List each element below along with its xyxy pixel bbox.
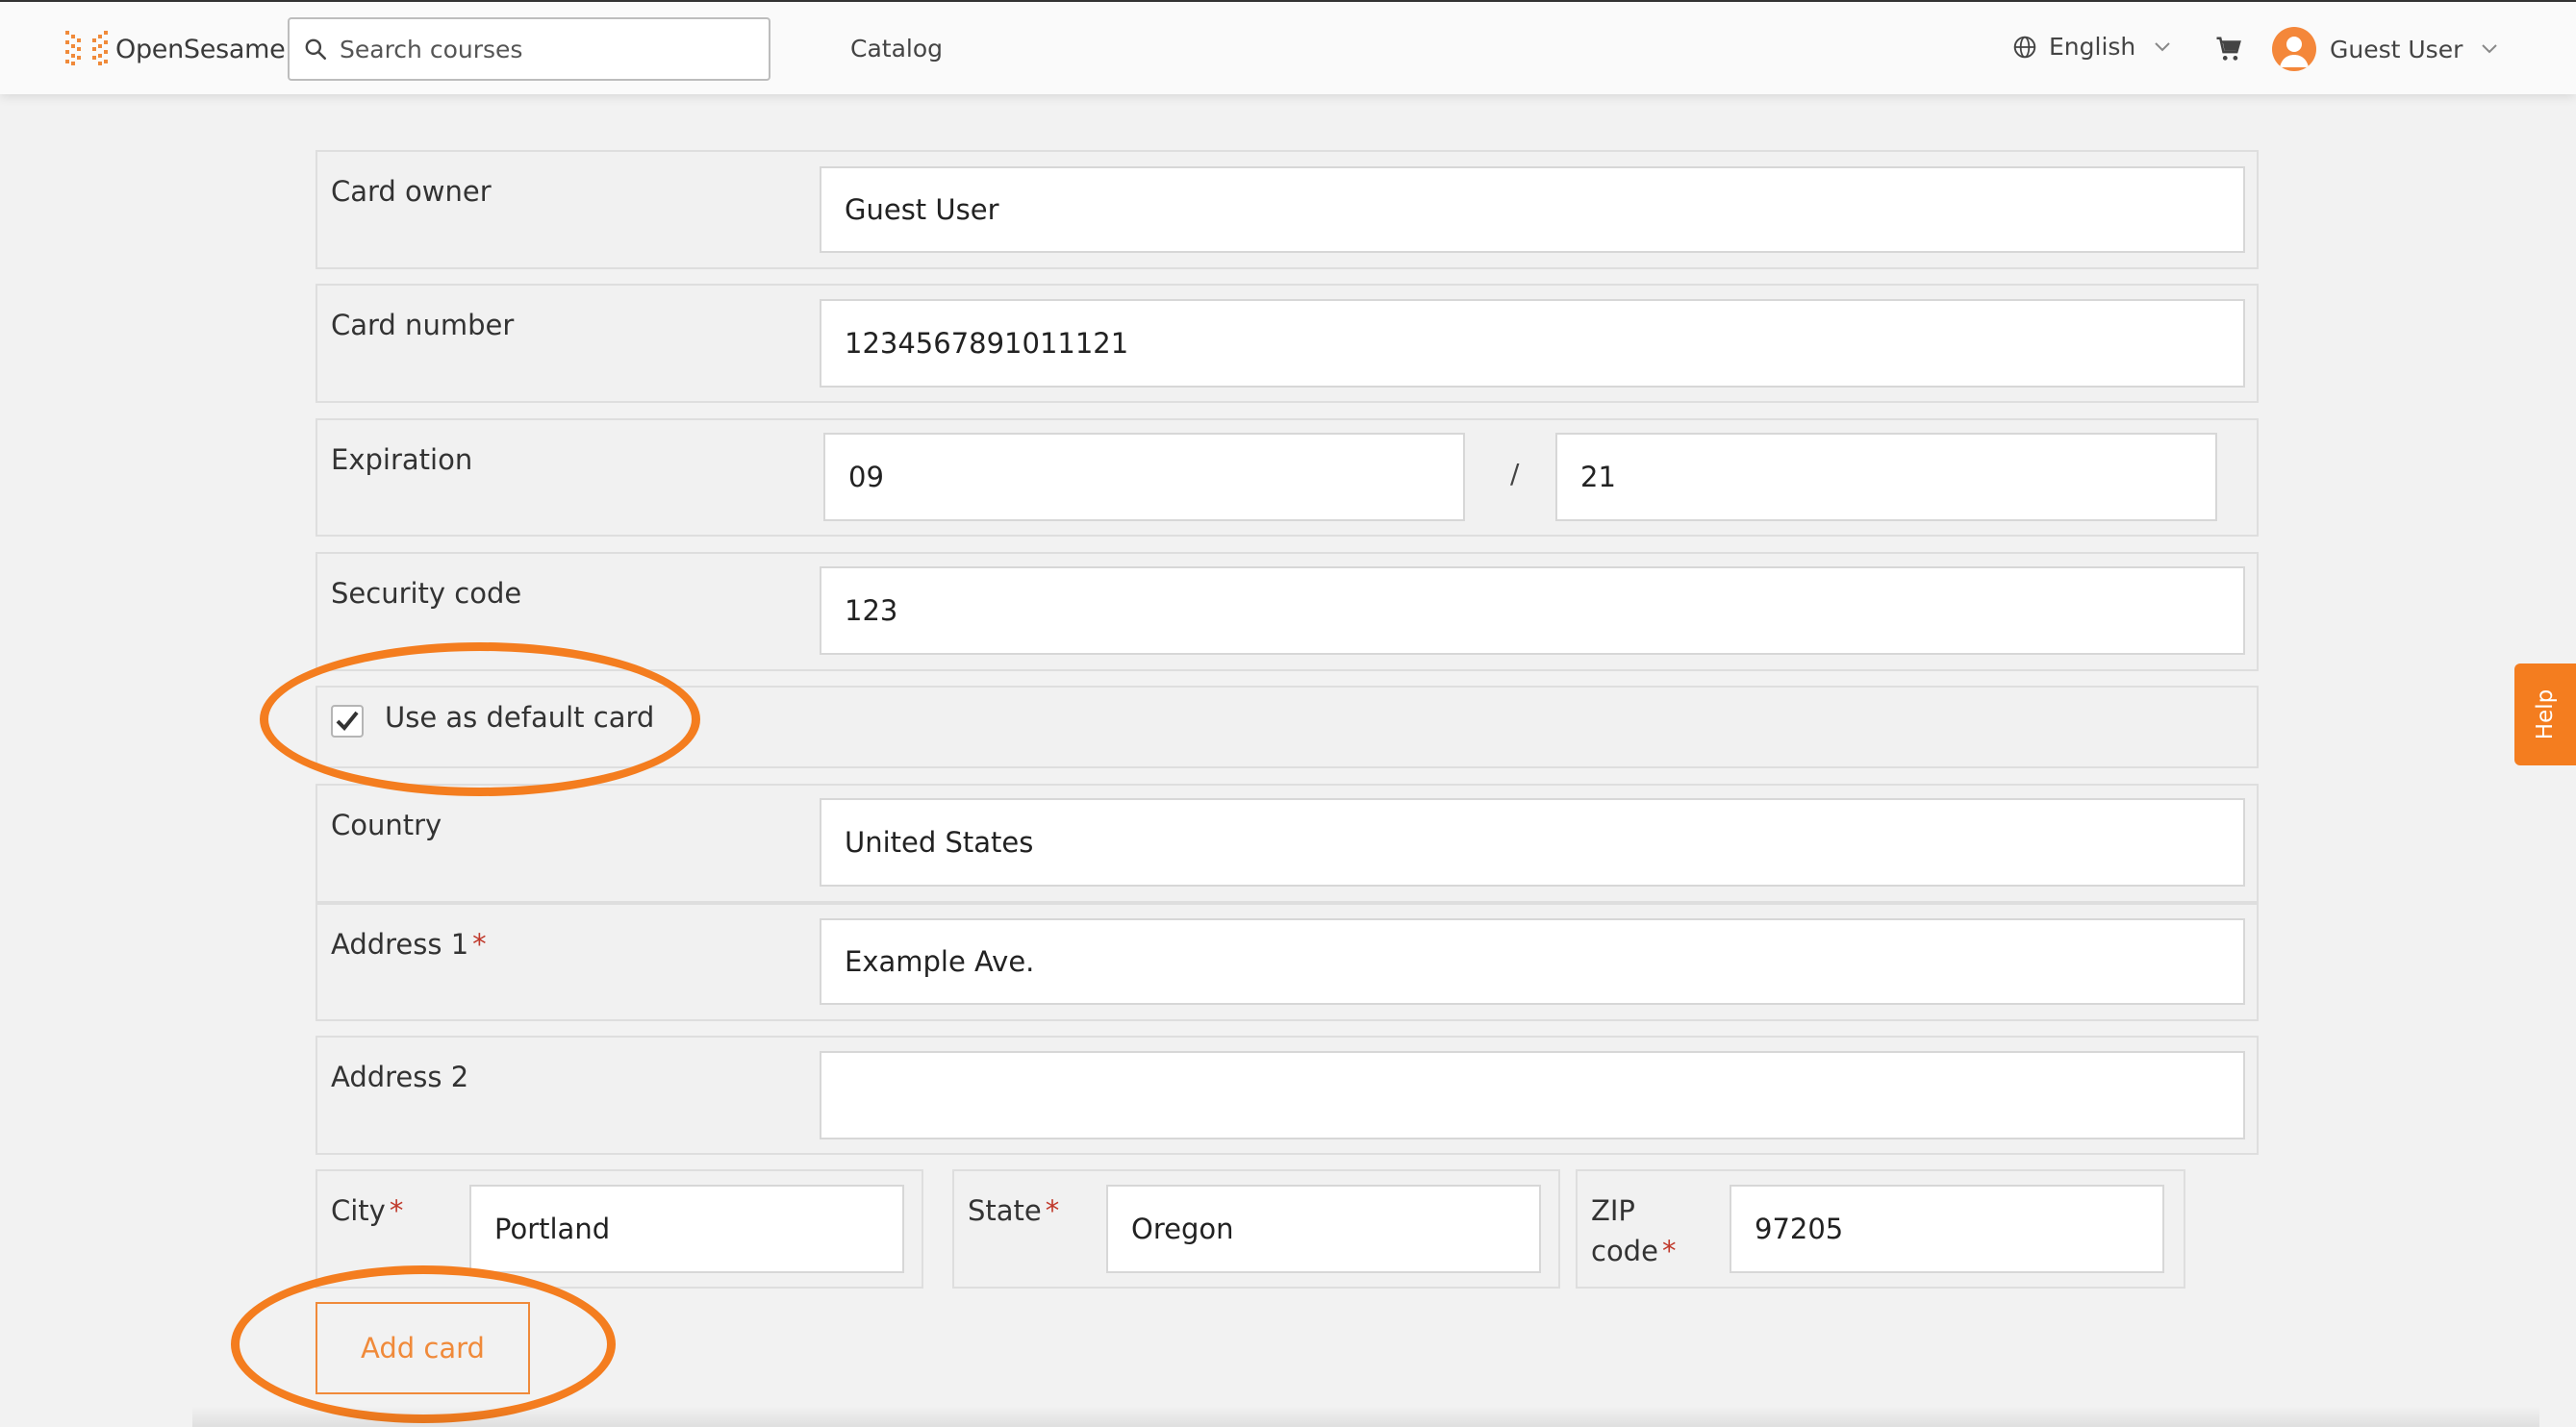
highlight-ellipse-default-card: [260, 642, 700, 796]
required-mark: *: [389, 1194, 404, 1227]
state-input[interactable]: [1106, 1185, 1541, 1273]
chevron-down-icon: [2155, 41, 2170, 51]
card-owner-label: Card owner: [331, 175, 492, 208]
opensesame-logo-icon: [65, 31, 108, 65]
globe-icon: [2013, 36, 2036, 58]
expiration-label: Expiration: [331, 443, 473, 476]
city-label: City *: [331, 1194, 404, 1227]
address1-label: Address 1 *: [331, 928, 487, 961]
required-mark: *: [1661, 1235, 1677, 1267]
country-input[interactable]: [820, 798, 2245, 887]
highlight-ellipse-add-card: [231, 1265, 616, 1423]
required-mark: *: [472, 928, 487, 961]
address2-label: Address 2: [331, 1061, 469, 1093]
zip-label: ZIP code *: [1591, 1194, 1677, 1267]
expiration-separator: /: [1510, 458, 1520, 489]
zip-input[interactable]: [1730, 1185, 2164, 1273]
nav-catalog-link[interactable]: Catalog: [850, 35, 943, 63]
address1-input[interactable]: [820, 918, 2245, 1005]
help-label: Help: [2533, 688, 2558, 740]
search-input[interactable]: [340, 35, 753, 63]
chevron-down-icon: [2482, 44, 2498, 54]
city-input[interactable]: [469, 1185, 904, 1273]
top-navbar: OpenSesame Catalog English: [0, 0, 2576, 94]
card-owner-input[interactable]: [820, 166, 2245, 253]
address2-input[interactable]: [820, 1051, 2245, 1139]
bottom-shadow: [192, 1406, 2539, 1427]
language-selector[interactable]: English: [2012, 33, 2172, 61]
avatar: [2272, 27, 2316, 71]
security-code-label: Security code: [331, 577, 522, 610]
user-name: Guest User: [2330, 35, 2463, 63]
help-tab[interactable]: Help: [2514, 663, 2576, 765]
language-label: English: [2049, 33, 2136, 61]
state-label: State *: [968, 1194, 1060, 1227]
expiration-month-input[interactable]: [823, 433, 1465, 521]
search-box[interactable]: [288, 17, 770, 81]
opensesame-logo[interactable]: OpenSesame: [62, 25, 286, 73]
search-icon: [305, 38, 327, 61]
country-label: Country: [331, 809, 442, 841]
card-number-label: Card number: [331, 309, 515, 341]
user-avatar-icon: [2280, 37, 2309, 67]
user-menu[interactable]: Guest User: [2272, 27, 2499, 71]
card-number-input[interactable]: [820, 299, 2245, 388]
security-code-input[interactable]: [820, 566, 2245, 655]
required-mark: *: [1045, 1194, 1060, 1227]
cart-icon[interactable]: [2214, 35, 2243, 63]
expiration-year-input[interactable]: [1555, 433, 2217, 521]
logo-text: OpenSesame: [115, 34, 286, 64]
